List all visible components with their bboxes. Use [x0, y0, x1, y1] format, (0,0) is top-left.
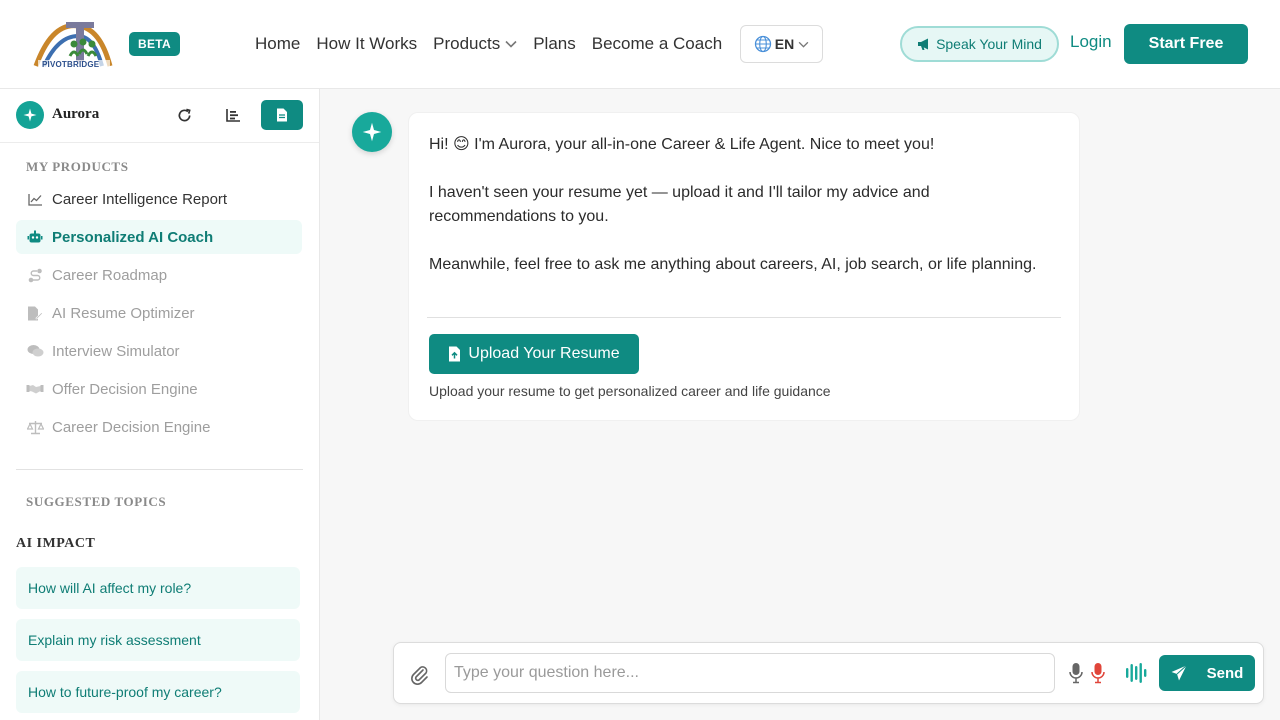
beta-badge: BETA [129, 32, 180, 56]
nav-products[interactable]: Products [433, 34, 517, 54]
megaphone-icon [918, 38, 929, 50]
chevron-down-icon [505, 40, 517, 48]
aurora-avatar [16, 101, 44, 129]
resume-note-text: I haven't seen your resume yet — upload … [429, 184, 930, 225]
product-ai-resume-optimizer[interactable]: AI Resume Optimizer [16, 296, 302, 330]
sparkle-icon [23, 108, 37, 122]
aurora-bot-avatar [352, 112, 392, 152]
refresh-icon [178, 108, 191, 121]
suggested-topics-title: SUGGESTED TOPICS [26, 494, 167, 509]
product-career-roadmap[interactable]: Career Roadmap [16, 258, 302, 292]
sidebar-divider [16, 469, 303, 470]
login-link[interactable]: Login [1070, 32, 1112, 52]
chat-composer: Send [393, 642, 1264, 704]
product-offer-decision-engine[interactable]: Offer Decision Engine [16, 372, 302, 406]
speak-label: Speak Your Mind [936, 36, 1042, 52]
product-label: Career Roadmap [52, 266, 168, 284]
bar-chart-icon [225, 109, 240, 122]
nav-how-it-works[interactable]: How It Works [316, 34, 417, 54]
speak-your-mind-button[interactable]: Speak Your Mind [900, 26, 1059, 62]
sidebar: Aurora MY PRODUCTS Career Intelligence R… [0, 89, 320, 720]
product-label: Interview Simulator [52, 342, 180, 360]
upload-resume-button[interactable]: Upload Your Resume [429, 334, 639, 374]
handshake-icon [26, 380, 44, 398]
product-label: Offer Decision Engine [52, 380, 198, 398]
topic-category-ai-impact: AI IMPACT [16, 536, 96, 551]
product-career-intelligence-report[interactable]: Career Intelligence Report [16, 182, 302, 216]
upload-hint-text: Upload your resume to get personalized c… [429, 383, 831, 399]
send-label: Send [1206, 664, 1244, 682]
product-label: Career Decision Engine [52, 418, 211, 436]
assistant-message: Hi! 😊 I'm Aurora, your all-in-one Career… [408, 112, 1080, 421]
product-career-decision-engine[interactable]: Career Decision Engine [16, 410, 302, 444]
send-button[interactable]: Send [1159, 655, 1255, 691]
chat-area: Hi! 😊 I'm Aurora, your all-in-one Career… [320, 89, 1280, 720]
product-label: AI Resume Optimizer [52, 304, 195, 322]
meanwhile-text: Meanwhile, feel free to ask me anything … [429, 256, 1037, 273]
comments-icon [26, 342, 44, 360]
voice-record-icon[interactable] [1091, 662, 1105, 684]
language-selector[interactable]: EN [740, 25, 823, 63]
product-label: Personalized AI Coach [52, 228, 214, 246]
report-button[interactable] [261, 100, 303, 130]
my-products-title: MY PRODUCTS [26, 159, 129, 174]
question-input[interactable] [445, 653, 1055, 693]
product-personalized-ai-coach[interactable]: Personalized AI Coach [16, 220, 302, 254]
message-divider [427, 317, 1061, 318]
nav-plans[interactable]: Plans [533, 34, 576, 54]
robot-icon [26, 228, 44, 246]
audio-wave-icon[interactable] [1125, 662, 1147, 684]
scale-icon [26, 418, 44, 436]
paper-plane-icon [1171, 665, 1187, 681]
product-interview-simulator[interactable]: Interview Simulator [16, 334, 302, 368]
history-button[interactable] [222, 104, 244, 126]
file-upload-icon [449, 346, 461, 362]
greeting-text: Hi! 😊 I'm Aurora, your all-in-one Career… [429, 136, 935, 153]
document-icon [277, 108, 287, 122]
topic-future-proof-career[interactable]: How to future-proof my career? [16, 671, 300, 713]
topic-ai-affect-role[interactable]: How will AI affect my role? [16, 567, 300, 609]
main-nav: Home How It Works Products Plans Become … [255, 32, 738, 56]
paperclip-icon[interactable] [408, 663, 430, 685]
start-free-button[interactable]: Start Free [1124, 24, 1248, 64]
product-label: Career Intelligence Report [52, 190, 228, 208]
refresh-button[interactable] [173, 104, 195, 126]
sparkle-icon [362, 122, 382, 142]
sidebar-header: Aurora [0, 89, 319, 143]
agent-name: Aurora [52, 106, 100, 122]
file-edit-icon [26, 304, 44, 322]
globe-icon [754, 35, 771, 53]
nav-home[interactable]: Home [255, 34, 300, 54]
microphone-icon[interactable] [1069, 662, 1083, 684]
logo-text: PIVOTBRIDGE [42, 60, 100, 69]
nav-become-coach[interactable]: Become a Coach [592, 34, 722, 54]
chevron-down-icon [798, 41, 809, 48]
language-label: EN [774, 36, 795, 52]
route-icon [26, 266, 44, 284]
chart-line-icon [26, 190, 44, 208]
pivotbridge-logo[interactable]: PIVOTBRIDGE [30, 14, 116, 74]
top-header: PIVOTBRIDGE BETA Home How It Works Produ… [0, 0, 1280, 89]
topic-risk-assessment[interactable]: Explain my risk assessment [16, 619, 300, 661]
nav-products-label: Products [433, 34, 501, 53]
upload-resume-label: Upload Your Resume [468, 345, 620, 362]
